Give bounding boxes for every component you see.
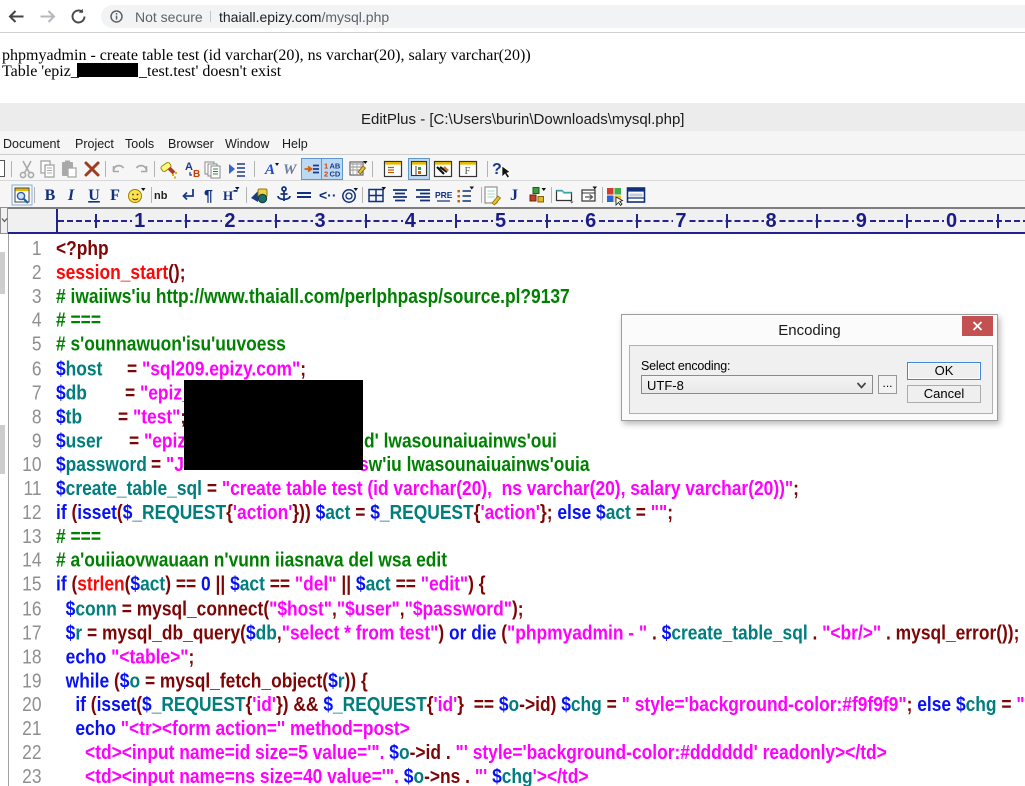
svg-text:CD: CD <box>330 170 341 179</box>
svg-text:H: H <box>223 188 233 203</box>
svg-text:F: F <box>110 187 120 204</box>
svg-text:¶: ¶ <box>204 188 213 205</box>
svg-text:B: B <box>45 187 56 204</box>
svg-text:A: A <box>264 162 275 178</box>
svg-text:A: A <box>185 161 193 173</box>
svg-text:?: ? <box>492 161 502 178</box>
svg-text:W: W <box>283 162 298 178</box>
svg-text:B: B <box>193 169 200 180</box>
svg-text:I: I <box>67 187 75 204</box>
svg-text:U: U <box>88 187 100 204</box>
svg-text:J: J <box>510 187 518 204</box>
svg-text:2: 2 <box>324 170 328 179</box>
svg-text:nb: nb <box>154 190 168 202</box>
svg-text:F: F <box>465 166 471 177</box>
svg-text:PRE: PRE <box>435 190 453 200</box>
svg-text:<··: <·· <box>319 187 337 203</box>
